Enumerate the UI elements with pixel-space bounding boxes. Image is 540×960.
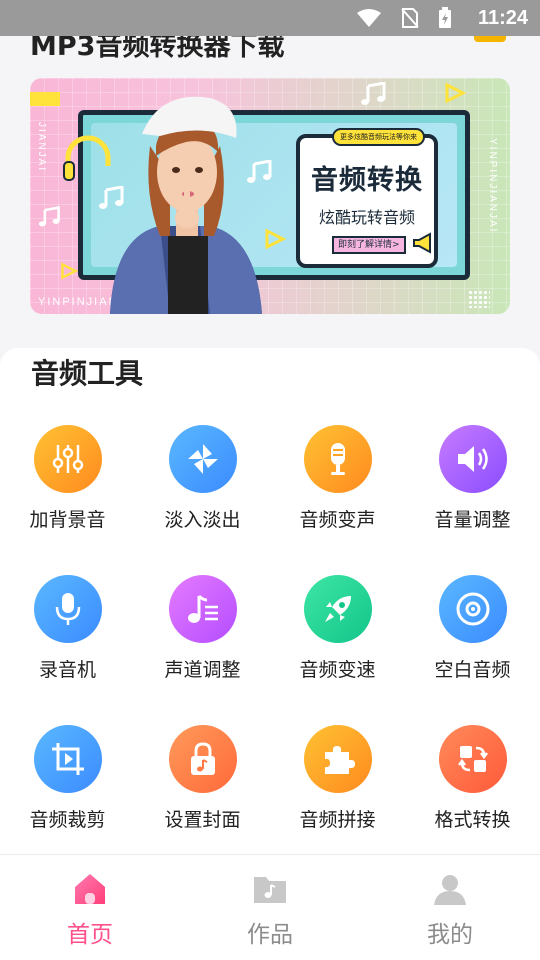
music-list-icon — [168, 575, 237, 643]
banner-side-text-right: YINPINJIANJAI — [487, 138, 498, 234]
tool-label: 空白音频 — [434, 659, 511, 681]
home-icon — [75, 874, 105, 904]
puzzle-icon — [303, 725, 372, 793]
tool-audio-merge[interactable]: 音频拼接 — [270, 725, 405, 832]
banner-person-image — [110, 96, 262, 314]
tool-recorder[interactable]: 录音机 — [0, 575, 135, 682]
tool-label: 淡入淡出 — [164, 509, 241, 531]
tool-volume-adjust[interactable]: 音量调整 — [405, 425, 540, 532]
triangle-deco-icon — [60, 262, 79, 284]
banner-title: 音频转换 — [311, 165, 423, 196]
disc-icon — [438, 575, 507, 643]
tool-label: 录音机 — [38, 659, 96, 681]
banner-yellow-block — [30, 92, 60, 106]
tool-label: 格式转换 — [434, 809, 511, 831]
music-folder-icon — [254, 877, 286, 903]
pinwheel-icon — [168, 425, 237, 493]
speaker-icon — [438, 425, 507, 493]
microphone-icon — [303, 425, 372, 493]
tool-audio-trim[interactable]: 音频裁剪 — [0, 725, 135, 832]
tool-label: 音频裁剪 — [29, 809, 106, 831]
tool-label: 音频拼接 — [299, 809, 376, 831]
battery-charging-icon — [438, 7, 452, 33]
page-header: MP3音频转换器下载 — [0, 36, 540, 66]
sliders-icon — [33, 425, 102, 493]
nav-mine-label: 我的 — [427, 922, 473, 948]
music-note-icon — [360, 81, 388, 110]
no-sim-icon — [401, 7, 419, 33]
nav-mine[interactable]: 我的 — [400, 871, 500, 949]
banner-subtitle: 炫酷玩转音频 — [318, 208, 415, 227]
nav-home[interactable]: 首页 — [40, 871, 140, 949]
promo-banner[interactable]: JIANJAI YINPINJIANJAI YINPINJIAN 更多炫酷音频玩… — [30, 78, 510, 314]
rocket-icon — [303, 575, 372, 643]
nav-home-label: 首页 — [67, 922, 113, 948]
tool-format-convert[interactable]: 格式转换 — [405, 725, 540, 832]
status-icons — [342, 7, 452, 29]
lock-music-icon — [168, 725, 237, 793]
tool-blank-audio[interactable]: 空白音频 — [405, 575, 540, 682]
crop-icon — [33, 725, 102, 793]
status-time: 11:24 — [477, 7, 528, 29]
dot-pattern — [468, 290, 490, 308]
user-icon — [434, 875, 466, 905]
tool-label: 音量调整 — [434, 509, 511, 531]
nav-works[interactable]: 作品 — [220, 871, 320, 949]
tool-label: 加背景音 — [29, 509, 106, 531]
page-title: MP3音频转换器下载 — [30, 36, 285, 62]
section-title: 音频工具 — [31, 357, 144, 390]
megaphone-icon — [412, 232, 436, 258]
tool-fade-in-out[interactable]: 淡入淡出 — [135, 425, 270, 532]
tool-label: 音频变速 — [299, 659, 376, 681]
tool-channel-adjust[interactable]: 声道调整 — [135, 575, 270, 682]
status-bar: 11:24 — [0, 0, 540, 36]
tool-voice-changer[interactable]: 音频变声 — [270, 425, 405, 532]
banner-learn-more-button[interactable]: 即刻了解详情> — [332, 236, 406, 254]
nav-works-label: 作品 — [247, 922, 293, 948]
mic-icon — [33, 575, 102, 643]
tool-add-background-music[interactable]: 加背景音 — [0, 425, 135, 532]
audio-tools-panel: 音频工具 加背景音 淡入淡出 音频变声 音量调整 录音机 声道调整 音频变速 空… — [0, 348, 540, 854]
banner-tag: 更多炫酷音频玩法等你来 — [332, 128, 425, 146]
bottom-navigation: 首页 作品 我的 — [0, 854, 540, 960]
banner-card: 更多炫酷音频玩法等你来 音频转换 炫酷玩转音频 即刻了解详情> — [296, 128, 438, 268]
tool-label: 声道调整 — [164, 659, 241, 681]
wifi-icon — [356, 8, 382, 32]
banner-side-text-left: JIANJAI — [36, 122, 47, 173]
tool-label: 设置封面 — [164, 809, 241, 831]
tool-speed-change[interactable]: 音频变速 — [270, 575, 405, 682]
tool-set-cover[interactable]: 设置封面 — [135, 725, 270, 832]
triangle-deco-icon — [444, 82, 467, 108]
header-badge[interactable] — [474, 36, 506, 42]
convert-icon — [438, 725, 507, 793]
music-note-icon — [38, 206, 62, 232]
tool-label: 音频变声 — [299, 509, 376, 531]
